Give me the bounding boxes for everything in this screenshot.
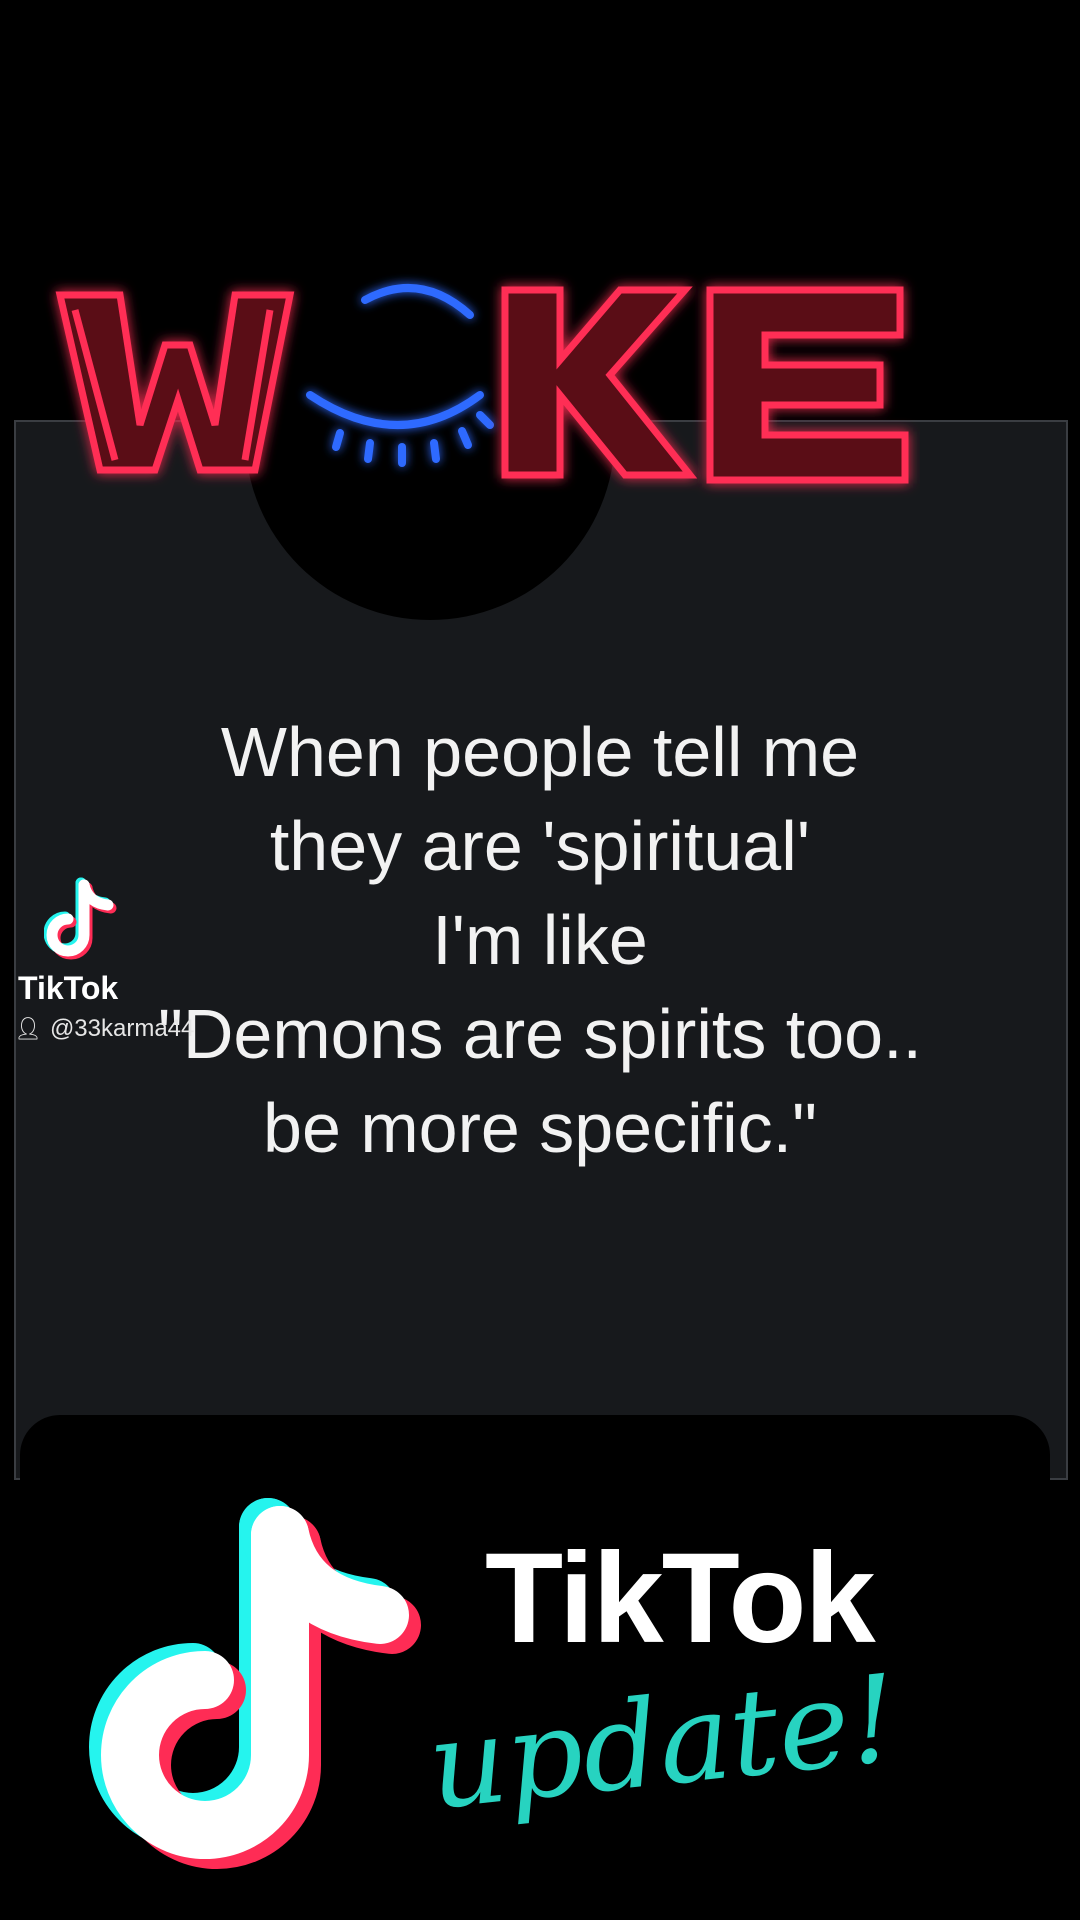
quote-line: I'm like [432,901,648,979]
banner-tagline-text: update! [422,1670,904,1837]
quote-line: When people tell me [220,713,860,791]
banner-brand: TikTok [485,1527,876,1670]
watermark-username-row: 👤︎ @33karma44 [14,1015,194,1043]
tiktok-note-icon [89,1498,421,1869]
quote-line: they are 'spiritual' [269,807,811,885]
woke-neon-logo [55,284,909,484]
watermark-username: @33karma44 [49,1015,195,1042]
quote-line: be more specific." [263,1089,817,1167]
tiktok-note-icon [44,877,117,960]
letter-w [55,291,295,474]
letter-k [501,286,698,479]
banner-tagline: update! [422,1670,904,1837]
quote-text: When people tell me they are 'spiritual'… [0,705,1080,1175]
letter-e [706,286,909,484]
eye-icon [306,284,494,467]
video-frame: When people tell me they are 'spiritual'… [0,0,1080,1920]
person-icon: 👤︎ [14,1016,42,1041]
watermark-brand: TikTok [18,970,119,1006]
